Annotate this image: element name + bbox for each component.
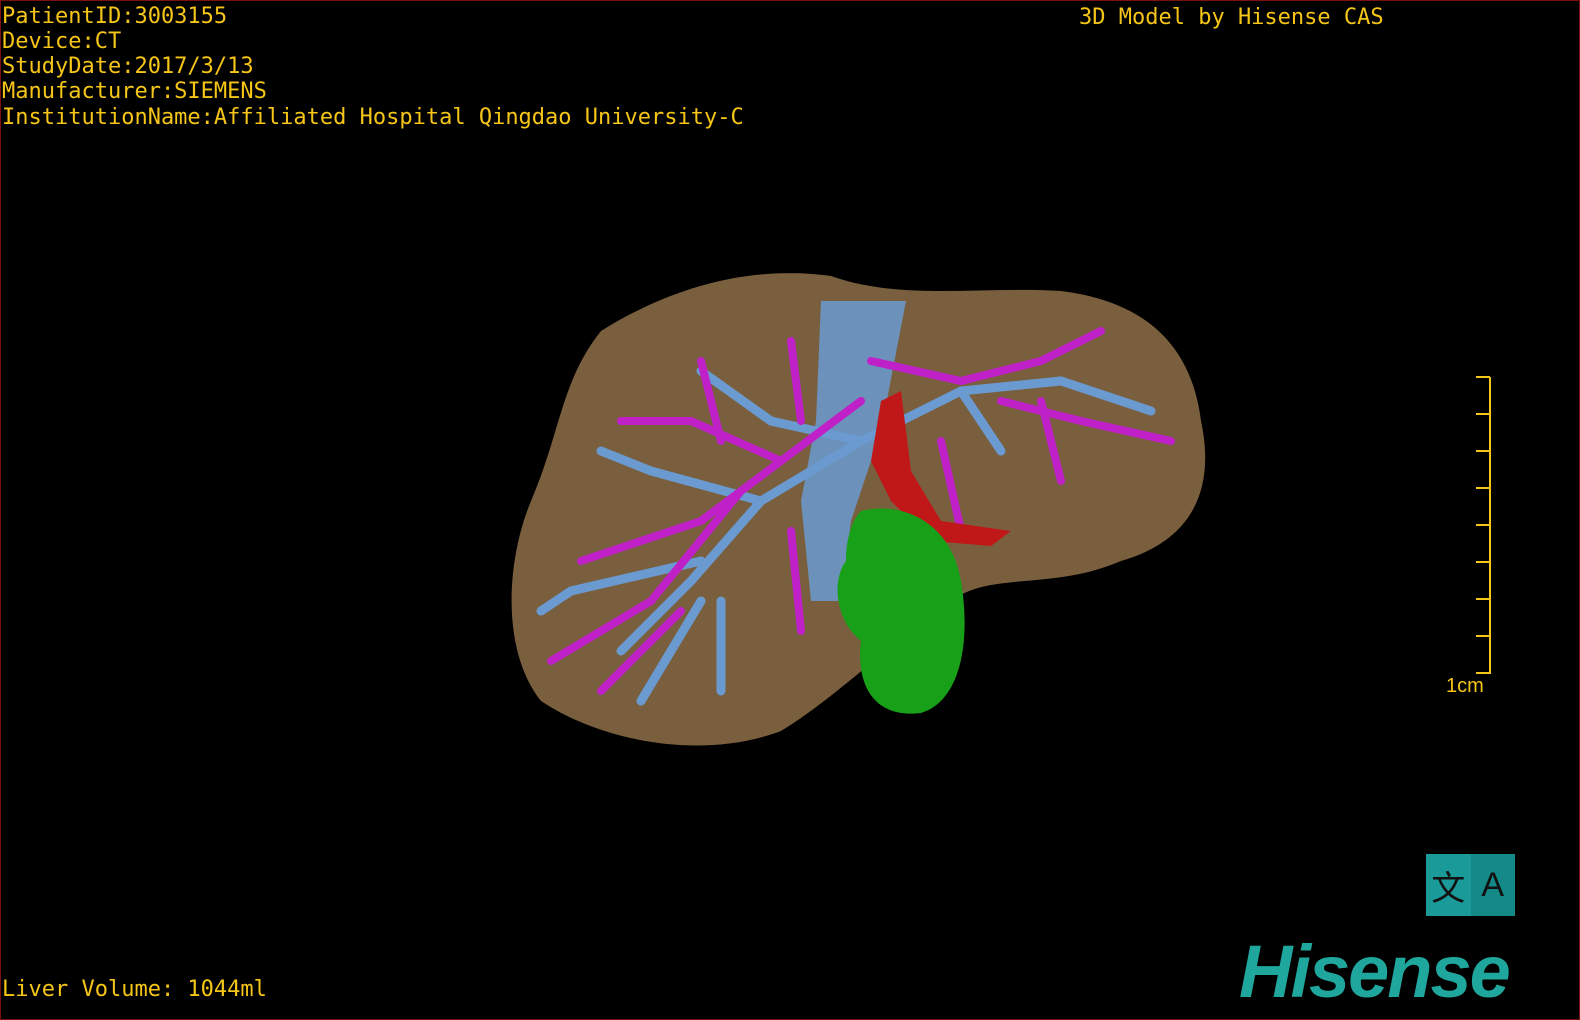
hisense-logo: Hisense xyxy=(1239,930,1511,1013)
language-toggle-button[interactable]: 文 A xyxy=(1426,854,1515,916)
liver-3d-model[interactable] xyxy=(1,1,1579,1019)
chinese-language-option[interactable]: 文 xyxy=(1426,854,1471,916)
3d-viewport[interactable]: PatientID:3003155 Device:CT StudyDate:20… xyxy=(0,0,1580,1020)
english-language-option[interactable]: A xyxy=(1470,854,1515,916)
scale-bar xyxy=(1476,376,1491,674)
liver-volume: Liver Volume: 1044ml xyxy=(2,977,267,1002)
scale-label: 1cm xyxy=(1446,675,1484,697)
